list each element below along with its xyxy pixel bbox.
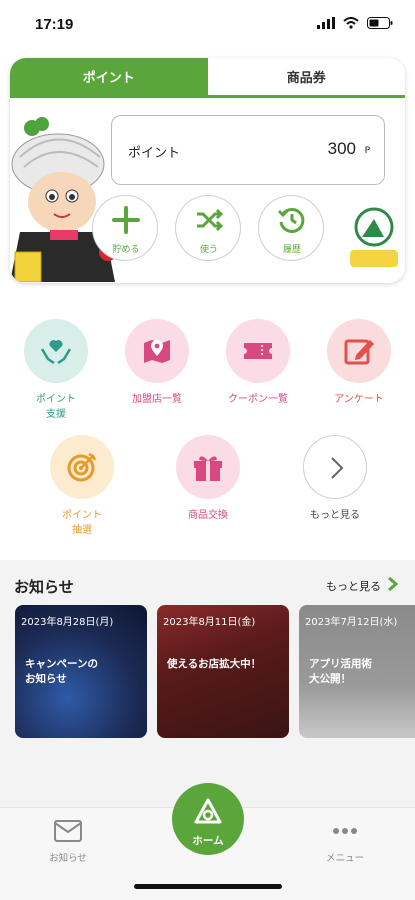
wifi-icon [343, 17, 359, 29]
see-more-label: もっと見る [310, 510, 360, 521]
edit-icon [344, 339, 374, 365]
news-text: 使えるお店拡大中！ [167, 658, 262, 670]
shuffle-icon [197, 208, 224, 232]
tab-gift-certificate[interactable]: 商品券 [207, 58, 405, 95]
news-card-2[interactable]: 2023年8月11日(金) 使えるお店拡大中！ [157, 605, 289, 738]
menu-survey[interactable]: アンケート [309, 319, 409, 407]
status-bar: 17:19 [0, 0, 415, 50]
coupon-list-circle [226, 319, 290, 383]
history-button[interactable]: 履歴 [258, 195, 324, 261]
news-text: キャンペーンの お知らせ [25, 658, 98, 685]
store-list-circle [125, 319, 189, 383]
battery-icon [367, 17, 393, 29]
product-exchange-label: 商品交換 [188, 510, 228, 521]
store-list-label: 加盟店一覧 [132, 394, 182, 405]
survey-label: アンケート [334, 394, 384, 405]
news-date: 2023年8月11日(金) [163, 617, 256, 628]
history-label: 履歴 [282, 245, 301, 255]
points-unit: P [364, 146, 370, 156]
nav-notices[interactable]: お知らせ [23, 820, 113, 864]
nav-menu-label: メニュー [325, 853, 364, 864]
menu-point-support[interactable]: ポイント 支援 [6, 319, 106, 422]
survey-circle [327, 319, 391, 383]
news-title: お知らせ [14, 578, 74, 596]
status-icons [317, 17, 393, 29]
news-more-link[interactable]: もっと見る [326, 578, 381, 594]
points-value: 300 [327, 139, 356, 158]
map-pin-icon [144, 340, 170, 363]
news-date: 2023年8月28日(月) [21, 617, 114, 628]
point-support-circle [24, 319, 88, 383]
heart-hands-icon [40, 340, 72, 365]
news-date: 2023年7月12日(水) [305, 617, 398, 628]
news-text: アプリ活用術 大公開！ [309, 658, 372, 685]
home-logo-icon [194, 798, 222, 824]
point-lottery-label: ポイント 抽選 [62, 510, 102, 536]
news-card-3[interactable]: 2023年7月12日(水) アプリ活用術 大公開！ [299, 605, 415, 738]
menu-store-list[interactable]: 加盟店一覧 [107, 319, 207, 407]
use-button[interactable]: 使う [175, 195, 241, 261]
coupon-list-label: クーポン一覧 [228, 394, 288, 405]
nav-menu[interactable]: メニュー [300, 820, 390, 864]
earn-button[interactable]: 貯める [92, 195, 158, 261]
home-label: ホーム [192, 835, 224, 847]
menu-point-lottery[interactable]: ポイント 抽選 [32, 435, 132, 538]
signal-icon [317, 17, 335, 29]
menu-product-exchange[interactable]: 商品交換 [158, 435, 258, 523]
news-card-1[interactable]: 2023年8月28日(月) キャンペーンの お知らせ [15, 605, 147, 738]
points-label: ポイント [128, 146, 181, 161]
earn-label: 貯める [112, 245, 140, 255]
status-time: 17:19 [35, 16, 74, 33]
chevron-right-icon [331, 457, 344, 479]
home-indicator [134, 884, 282, 889]
menu-coupon-list[interactable]: クーポン一覧 [208, 319, 308, 407]
gift-icon [194, 456, 222, 481]
ticket-icon [244, 343, 272, 359]
points-card: ポイント 商品券 ポイント 300 P 貯める 使う 履歴 [10, 58, 405, 283]
point-lottery-circle [50, 435, 114, 499]
more-dots-icon [333, 828, 357, 834]
home-button[interactable]: ホーム [172, 783, 244, 855]
history-icon [277, 207, 305, 233]
brand-logo [350, 207, 398, 267]
target-icon [67, 452, 97, 482]
tab-points[interactable]: ポイント [10, 58, 208, 95]
point-support-label: ポイント 支援 [36, 394, 76, 420]
card-tabs: ポイント 商品券 [10, 58, 405, 98]
use-label: 使う [199, 245, 218, 255]
mail-icon [54, 820, 82, 842]
plus-icon [112, 206, 140, 234]
see-more-circle [303, 435, 367, 499]
chevron-right-icon[interactable] [387, 576, 399, 592]
menu-see-more[interactable]: もっと見る [285, 435, 385, 523]
product-exchange-circle [176, 435, 240, 499]
nav-notices-label: お知らせ [49, 853, 87, 864]
points-balance-box: ポイント 300 P [111, 115, 385, 185]
news-header: お知らせ もっと見る [0, 576, 415, 596]
